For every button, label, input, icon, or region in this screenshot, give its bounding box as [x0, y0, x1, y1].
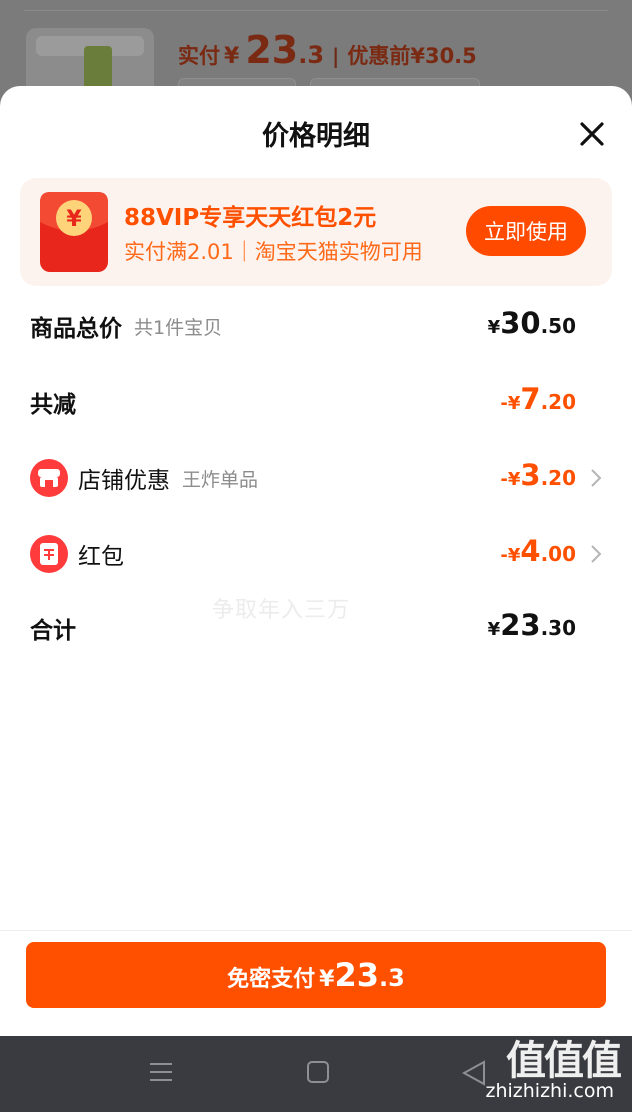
amount-dec: .20	[540, 390, 576, 414]
divider	[24, 10, 608, 11]
currency-symbol: ¥	[487, 619, 501, 640]
footer-divider	[0, 930, 632, 931]
shop-discount-label: 店铺优惠	[78, 468, 170, 494]
row-sum: 合计 ¥ 23 .30	[30, 606, 602, 650]
amount-int: 23	[500, 608, 541, 642]
item-count: 共1件宝贝	[134, 316, 223, 339]
chevron-right-icon[interactable]	[590, 544, 602, 564]
menu-icon[interactable]	[148, 1060, 174, 1084]
currency-symbol: ¥	[487, 317, 501, 338]
amount-dec: .00	[540, 542, 576, 566]
row-red-packet[interactable]: 红包 - ¥ 4 .00	[30, 532, 602, 576]
row-item-total: 商品总价 共1件宝贝 ¥ 30 .50	[30, 304, 602, 348]
amount-int: 4	[520, 534, 541, 568]
row-shop-discount[interactable]: 店铺优惠 王炸单品 - ¥ 3 .20	[30, 456, 602, 500]
amount-dec: .50	[540, 314, 576, 338]
chevron-right-icon[interactable]	[590, 468, 602, 488]
minus-sign: -	[500, 545, 508, 566]
site-watermark-url: zhizhizhi.com	[485, 1080, 614, 1102]
back-triangle-icon[interactable]	[462, 1060, 486, 1086]
total-discount-amount: - ¥ 7 .20	[500, 380, 576, 424]
red-envelope-icon	[30, 535, 68, 573]
minus-sign: -	[500, 393, 508, 414]
price-detail-sheet: 价格明细 ¥ 88VIP专享天天红包2元 实付满2.01｜淘宝天猫实物可用 立即…	[0, 86, 632, 1036]
red-packet-label: 红包	[78, 544, 124, 570]
home-square-icon[interactable]	[306, 1060, 330, 1084]
currency-symbol: ¥	[507, 393, 521, 414]
use-now-button[interactable]: 立即使用	[466, 206, 586, 256]
amount-int: 7	[520, 382, 541, 416]
row-total-discount: 共减 - ¥ 7 .20	[30, 380, 602, 424]
password-free-pay-button[interactable]: 免密支付 ¥ 23 .3	[26, 942, 606, 1008]
original-price: ¥30.5	[410, 44, 477, 68]
pay-amount-int: 23	[334, 956, 380, 994]
actual-price-label: 实付	[178, 44, 220, 68]
pay-amount-dec: .3	[379, 964, 405, 992]
svg-text:¥: ¥	[66, 207, 82, 232]
amount-int: 30	[500, 306, 541, 340]
amount-int: 3	[520, 458, 541, 492]
pay-label: 免密支付	[227, 967, 316, 992]
shop-icon	[30, 459, 68, 497]
amount-dec: .20	[540, 466, 576, 490]
currency-symbol: ¥	[507, 545, 521, 566]
shop-discount-amount: - ¥ 3 .20	[500, 456, 576, 500]
minus-sign: -	[500, 469, 508, 490]
item-total-label: 商品总价	[30, 316, 122, 342]
currency-symbol: ¥	[319, 967, 335, 992]
currency-symbol: ¥	[224, 44, 240, 69]
promo-subtitle: 实付满2.01｜淘宝天猫实物可用	[124, 240, 423, 264]
promo-title: 88VIP专享天天红包2元	[124, 205, 377, 231]
sum-label: 合计	[30, 618, 76, 644]
background-price: 实付 ¥ 23 .3 | 优惠前 ¥30.5	[178, 28, 477, 72]
separator: |	[332, 44, 340, 68]
total-discount-label: 共减	[30, 392, 76, 418]
actual-price-dec: .3	[298, 41, 325, 69]
amount-dec: .30	[540, 616, 576, 640]
red-packet-amount: - ¥ 4 .00	[500, 532, 576, 576]
sum-amount: ¥ 23 .30	[488, 606, 576, 650]
original-price-label: 优惠前	[347, 44, 411, 68]
site-watermark-logo: 值值值	[506, 1038, 622, 1084]
currency-symbol: ¥	[507, 469, 521, 490]
close-icon[interactable]	[578, 120, 606, 148]
red-envelope-icon: ¥	[40, 192, 108, 272]
sheet-title: 价格明细	[262, 121, 370, 152]
item-total-amount: ¥ 30 .50	[488, 304, 576, 348]
actual-price-int: 23	[245, 28, 299, 72]
shop-discount-hint: 王炸单品	[182, 468, 259, 491]
vip-promo-banner: ¥ 88VIP专享天天红包2元 实付满2.01｜淘宝天猫实物可用 立即使用	[20, 178, 612, 286]
